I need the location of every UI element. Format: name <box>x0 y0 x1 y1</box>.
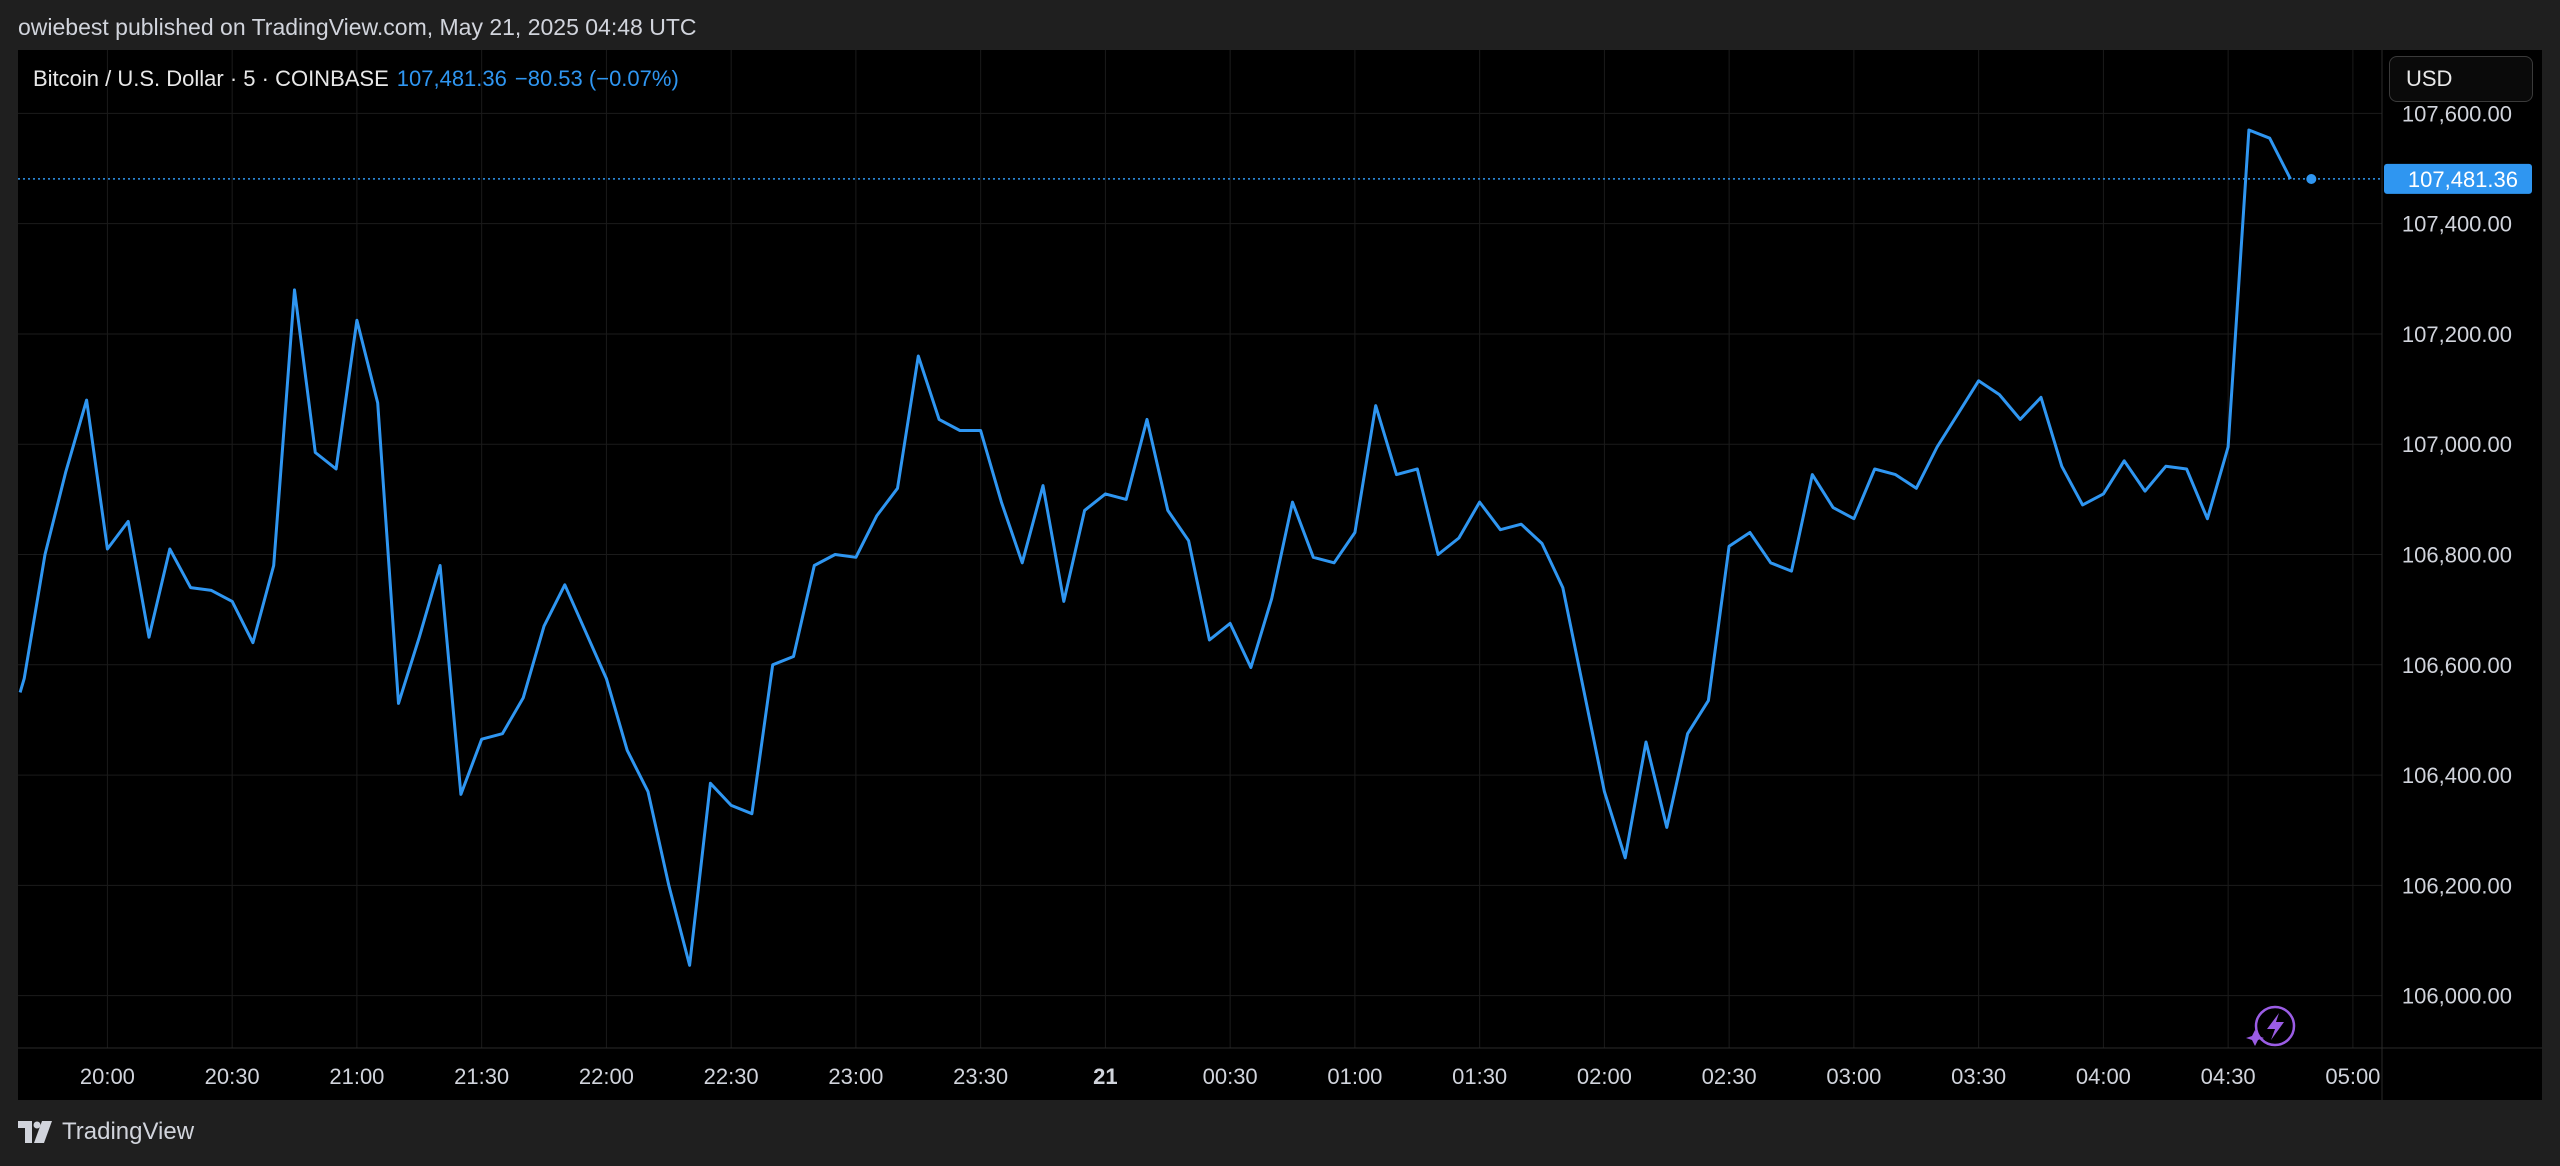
x-tick-label: 01:30 <box>1452 1064 1507 1089</box>
y-tick-label: 106,600.00 <box>2402 653 2512 678</box>
x-tick-label: 02:00 <box>1577 1064 1632 1089</box>
y-tick-label: 107,600.00 <box>2402 101 2512 126</box>
y-tick-label: 107,000.00 <box>2402 432 2512 457</box>
x-tick-label: 03:00 <box>1826 1064 1881 1089</box>
x-tick-label: 21:00 <box>329 1064 384 1089</box>
current-price-label: 107,481.36 <box>2408 167 2518 192</box>
price-series-line[interactable] <box>18 128 2292 967</box>
x-tick-label: 20:00 <box>80 1064 135 1089</box>
x-tick-label: 02:30 <box>1702 1064 1757 1089</box>
x-tick-label: 23:00 <box>828 1064 883 1089</box>
footer-logo-text: TradingView <box>62 1118 195 1145</box>
y-tick-label: 106,200.00 <box>2402 873 2512 898</box>
sparkle-icon <box>2246 1030 2264 1046</box>
currency-selector-button[interactable]: USD <box>2389 56 2533 102</box>
x-tick-label: 22:00 <box>579 1064 634 1089</box>
y-tick-label: 107,200.00 <box>2402 322 2512 347</box>
x-tick-label: 04:00 <box>2076 1064 2131 1089</box>
y-tick-label: 106,400.00 <box>2402 763 2512 788</box>
last-price-marker <box>2306 174 2317 185</box>
tradingview-logo-icon <box>18 1121 52 1143</box>
y-tick-label: 107,400.00 <box>2402 212 2512 237</box>
x-tick-label: 05:00 <box>2325 1064 2380 1089</box>
x-tick-label: 04:30 <box>2201 1064 2256 1089</box>
symbol-title[interactable]: Bitcoin / U.S. Dollar · 5 · COINBASE <box>33 66 389 91</box>
x-tick-label: 22:30 <box>704 1064 759 1089</box>
x-tick-label: 21 <box>1093 1064 1117 1089</box>
last-price-value: 107,481.36 <box>396 66 507 91</box>
tradingview-logo[interactable]: TradingView <box>18 1118 194 1146</box>
x-tick-label: 23:30 <box>953 1064 1008 1089</box>
x-tick-label: 03:30 <box>1951 1064 2006 1089</box>
x-tick-label: 20:30 <box>205 1064 260 1089</box>
symbol-legend[interactable]: Bitcoin / U.S. Dollar · 5 · COINBASE 107,… <box>33 66 679 92</box>
lightning-icon-bolt <box>2267 1013 2284 1040</box>
price-change-value: −80.53 (−0.07%) <box>514 66 679 91</box>
x-tick-label: 21:30 <box>454 1064 509 1089</box>
y-tick-label: 106,000.00 <box>2402 984 2512 1009</box>
price-chart[interactable]: 107,600.00 107,400.00 107,200.00 107,000.00… <box>0 0 2560 1166</box>
x-tick-label: 00:30 <box>1203 1064 1258 1089</box>
y-tick-label: 106,800.00 <box>2402 543 2512 568</box>
x-tick-label: 01:00 <box>1327 1064 1382 1089</box>
